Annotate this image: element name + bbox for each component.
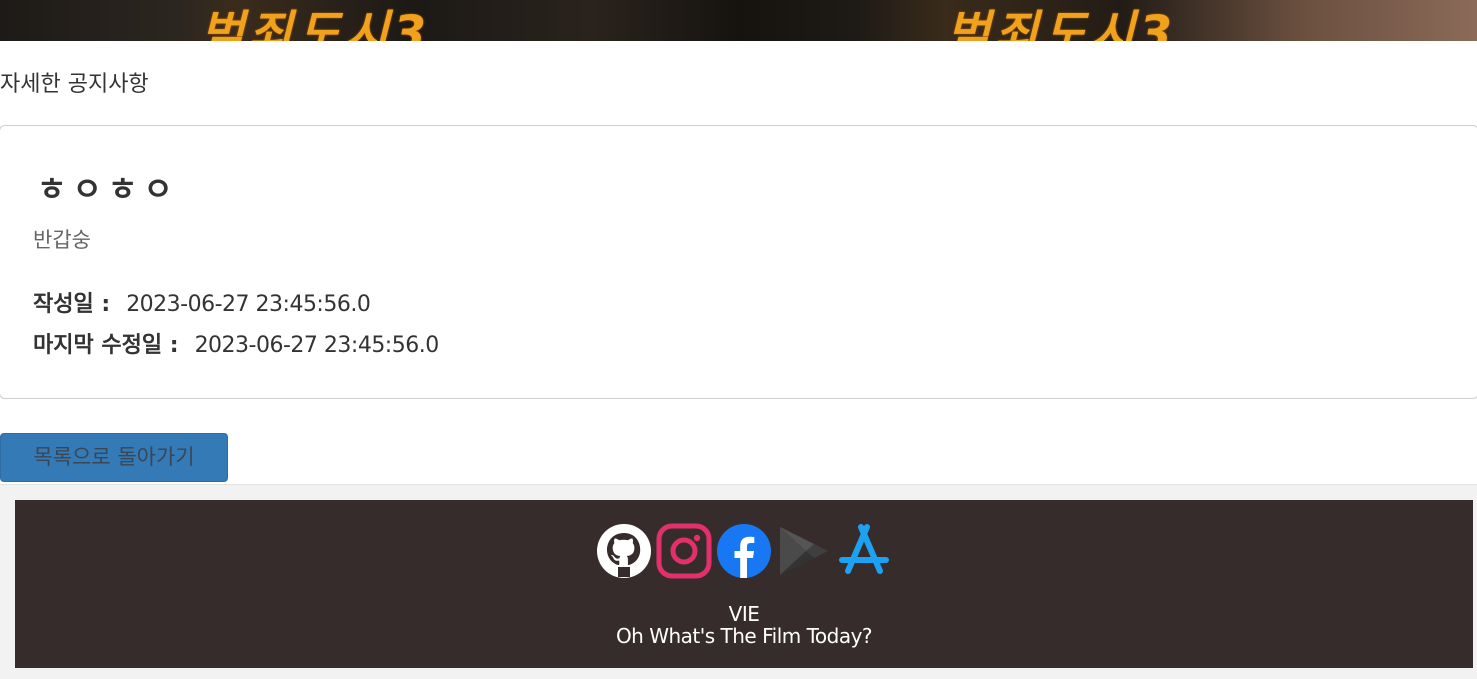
banner-poster-text: 범죄도시3 (200, 6, 431, 41)
notice-body: 반갑숭 (33, 228, 91, 252)
notice-title: ㅎㅇㅎㅇ (37, 170, 179, 208)
social-links (596, 522, 892, 580)
banner-poster-text: 범죄도시3 (946, 6, 1177, 41)
instagram-icon[interactable] (656, 523, 712, 579)
modified-date-row: 마지막 수정일 : 2023-06-27 23:45:56.0 (33, 327, 439, 359)
modified-date-label: 마지막 수정일 : (33, 333, 179, 358)
github-icon[interactable] (596, 523, 652, 579)
modified-date-value: 2023-06-27 23:45:56.0 (194, 333, 440, 358)
movie-banner: 범죄도시3 범죄도시3 (0, 0, 1477, 41)
facebook-icon[interactable] (716, 523, 772, 579)
created-date-row: 작성일 : 2023-06-27 23:45:56.0 (33, 286, 371, 318)
google-play-icon[interactable] (776, 523, 832, 579)
created-date-value: 2023-06-27 23:45:56.0 (126, 292, 371, 317)
notice-card: ㅎㅇㅎㅇ 반갑숭 작성일 : 2023-06-27 23:45:56.0 마지막 … (0, 125, 1477, 399)
back-to-list-button[interactable]: 목록으로 돌아가기 (0, 433, 228, 482)
app-store-icon[interactable] (836, 523, 892, 579)
page-title: 자세한 공지사항 (0, 72, 149, 97)
footer-brand: VIE (728, 602, 760, 626)
created-date-label: 작성일 : (33, 292, 111, 317)
footer-tagline: Oh What's The Film Today? (615, 624, 873, 648)
